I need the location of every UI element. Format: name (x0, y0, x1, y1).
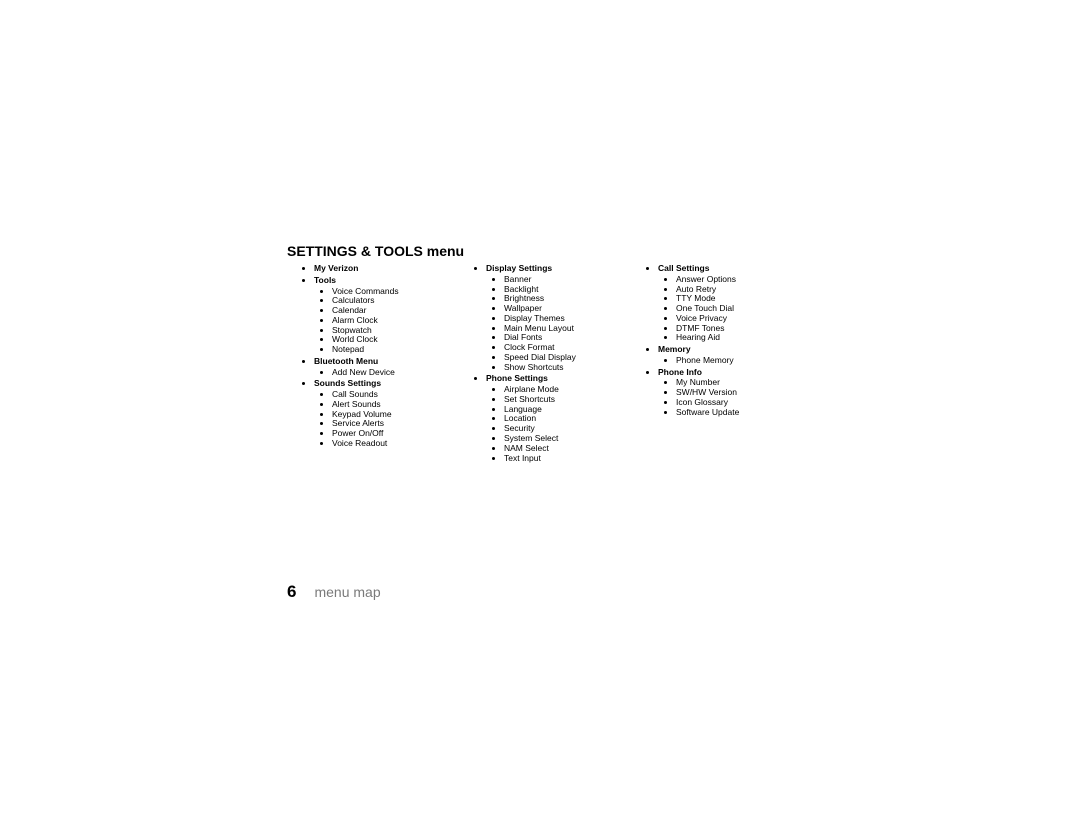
menu-item: Text Input (504, 454, 632, 464)
menu-group-label: Phone Settings (486, 373, 548, 383)
menu-columns: My Verizon ToolsVoice CommandsCalculators… (300, 264, 810, 465)
document-page: SETTINGS & TOOLS menu My VerizonToolsVoi… (0, 0, 1080, 834)
menu-column-2: Display SettingsBannerBacklightBrightnes… (472, 264, 632, 465)
menu-group-label: Call Settings (658, 263, 709, 273)
menu-group-label: Memory (658, 344, 691, 354)
menu-item: Add New Device (332, 368, 460, 378)
menu-group-label: My Verizon (314, 263, 358, 273)
menu-item: Show Shortcuts (504, 363, 632, 373)
menu-group: Call SettingsAnswer OptionsAuto RetryTTY… (658, 264, 804, 343)
menu-column-1: My Verizon ToolsVoice CommandsCalculators… (300, 264, 460, 465)
menu-group: ToolsVoice CommandsCalculatorsCalendarAl… (314, 276, 460, 355)
section-heading: SETTINGS & TOOLS menu (287, 243, 464, 259)
menu-group: Display SettingsBannerBacklightBrightnes… (486, 264, 632, 372)
page-number: 6 (287, 582, 296, 602)
menu-group-label: Phone Info (658, 367, 702, 377)
menu-group-label: Tools (314, 275, 336, 285)
menu-column-3: Call SettingsAnswer OptionsAuto RetryTTY… (644, 264, 804, 465)
menu-item: Notepad (332, 345, 460, 355)
menu-group: Memory Phone Memory (658, 345, 804, 366)
menu-group-label: Bluetooth Menu (314, 356, 378, 366)
menu-item: Software Update (676, 408, 804, 418)
page-section-title: menu map (314, 584, 380, 600)
menu-group: My Verizon (314, 264, 460, 274)
menu-item: Hearing Aid (676, 333, 804, 343)
menu-group: Phone InfoMy NumberSW/HW VersionIcon Glo… (658, 368, 804, 418)
page-footer: 6 menu map (287, 582, 381, 602)
menu-group: Phone SettingsAirplane ModeSet Shortcuts… (486, 374, 632, 463)
menu-group: Sounds SettingsCall SoundsAlert SoundsKe… (314, 379, 460, 448)
menu-group-label: Display Settings (486, 263, 552, 273)
menu-group-label: Sounds Settings (314, 378, 381, 388)
menu-item: Voice Readout (332, 439, 460, 449)
menu-group: Bluetooth Menu Add New Device (314, 357, 460, 378)
menu-item: Phone Memory (676, 356, 804, 366)
